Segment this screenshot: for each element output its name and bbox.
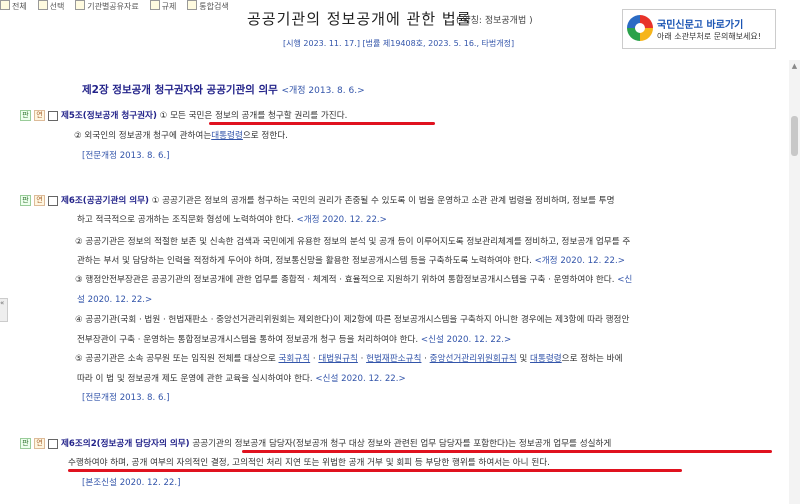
law-abbreviation: ( 약칭: 정보공개법 ) (456, 16, 533, 26)
article-6-2-row: 판 연 제6조의2(정보공개 담당자의 의무) 공공기관의 정보공개 담당자(정보공… (20, 437, 611, 449)
article-5-amendment: [전문개정 2013. 8. 6.] (82, 151, 170, 161)
article-6-paragraph-4b: 전부장관이 구축 · 운영하는 통합정보공개시스템을 통하여 정보공개 청구 등… (77, 335, 512, 345)
article-6-2-amendment: [본조신설 2020. 12. 22.] (82, 478, 181, 488)
article-6-paragraph-2b: 관하는 부서 및 담당하는 인력을 적정하게 두어야 하며, 정보통신망을 활용… (77, 256, 625, 266)
toolbar-item-search[interactable]: 통합검색 (187, 0, 229, 12)
toolbar-item-all[interactable]: 전체 (0, 0, 27, 12)
article-6-amendment: [전문개정 2013. 8. 6.] (82, 393, 170, 403)
precedent-icon[interactable]: 판 (20, 195, 31, 206)
checkbox-icon (37, 0, 48, 10)
sinmungo-banner[interactable]: 국민신문고 바로가기 아래 소관부처로 문의해보세요! (622, 9, 776, 49)
side-panel-toggle[interactable]: « (0, 298, 8, 322)
checkbox-icon (0, 0, 10, 10)
article-6-paragraph-5b: 따라 이 법 및 정보공개 제도 운영에 관한 교육을 실시하여야 한다. <신… (77, 374, 406, 384)
scrollbar-thumb[interactable] (791, 116, 798, 156)
checkbox-icon (187, 0, 198, 10)
chapter-title: 제2장 정보공개 청구권자와 공공기관의 의무 <개정 2013. 8. 6.> (82, 82, 365, 97)
precedent-icon[interactable]: 판 (20, 438, 31, 449)
article-5-paragraph-2: ② 외국인의 정보공개 청구에 관하여는대통령령으로 정한다. (74, 131, 288, 141)
link-constitutional-court-rules[interactable]: 헌법재판소규칙 (366, 354, 421, 364)
banner-subtitle: 아래 소관부처로 문의해보세요! (657, 32, 761, 41)
scroll-up-icon[interactable]: ▲ (790, 62, 799, 70)
checkbox-icon (149, 0, 160, 10)
article-6-paragraph-3b: 설 2020. 12. 22.> (77, 295, 153, 305)
article-6-2-paragraph-1a: 공공기관의 정보공개 담당자(정보공개 청구 대상 정보와 관련된 업무 담당자… (192, 439, 612, 449)
article-5-row: 판 연 제5조(정보공개 청구권자) ① 모든 국민은 정보의 공개를 청구할 권리… (20, 109, 347, 121)
sinmungo-logo-icon (627, 15, 653, 41)
link-election-commission-rules[interactable]: 중앙선거관리위원회규칙 (430, 354, 517, 364)
banner-title: 국민신문고 바로가기 (657, 20, 744, 31)
article-6-paragraph-3a: ③ 행정안전부장관은 공공기관의 정보공개에 관한 업무를 종합적 · 체계적 … (75, 275, 633, 285)
law-title: 공공기관의 정보공개에 관한 법률 (247, 10, 472, 28)
article-checkbox[interactable] (48, 110, 58, 121)
article-6-row: 판 연 제6조(공공기관의 의무) ① 공공기관은 정보의 공개를 청구하는 국민의… (20, 194, 615, 206)
highlight-underline (209, 122, 435, 125)
link-national-assembly-rules[interactable]: 국회규칙 (279, 354, 311, 364)
article-5-paragraph-1: 모든 국민은 정보의 공개를 청구할 권리를 가진다. (170, 111, 348, 121)
highlight-underline (242, 450, 772, 453)
chapter-revision: <개정 2013. 8. 6.> (281, 86, 365, 96)
history-icon[interactable]: 연 (34, 438, 45, 449)
chapter-title-text: 제2장 정보공개 청구권자와 공공기관의 의무 (82, 84, 278, 96)
paragraph-number: ① (159, 111, 168, 121)
article-6-paragraph-5a: ⑤ 공공기관은 소속 공무원 또는 임직원 전체를 대상으로 국회규칙 · 대법… (75, 354, 623, 364)
link-presidential-decree[interactable]: 대통령령 (530, 354, 562, 364)
toolbar-item-shared[interactable]: 기관별공유자료 (75, 0, 139, 12)
history-icon[interactable]: 연 (34, 110, 45, 121)
article-6-title: 제6조(공공기관의 의무) (61, 196, 149, 206)
article-6-2-paragraph-1b: 수행하여야 하며, 공개 여부의 자의적인 결정, 고의적인 처리 지연 또는 … (68, 458, 550, 468)
link-presidential-decree[interactable]: 대통령령 (211, 131, 243, 141)
highlight-underline (68, 469, 682, 472)
enforcement-info[interactable]: [시행 2023. 11. 17.] [법률 제19408호, 2023. 5.… (283, 38, 514, 49)
history-icon[interactable]: 연 (34, 195, 45, 206)
article-5-title: 제5조(정보공개 청구권자) (61, 111, 157, 121)
precedent-icon[interactable]: 판 (20, 110, 31, 121)
top-toolbar: 전체 선택 기관별공유자료 규제 통합검색 (0, 0, 240, 12)
toolbar-item-select[interactable]: 선택 (37, 0, 64, 12)
link-supreme-court-rules[interactable]: 대법원규칙 (318, 354, 358, 364)
article-6-paragraph-2a: ② 공공기관은 정보의 적절한 보존 및 신속한 검색과 국민에게 유용한 정보… (75, 237, 631, 247)
article-6-paragraph-1a: ① 공공기관은 정보의 공개를 청구하는 국민의 권리가 존중될 수 있도록 이… (151, 196, 615, 206)
toolbar-item-regulation[interactable]: 규제 (149, 0, 176, 12)
article-6-2-title: 제6조의2(정보공개 담당자의 의무) (61, 439, 190, 449)
article-checkbox[interactable] (48, 438, 58, 449)
article-6-paragraph-1b: 하고 적극적으로 공개하는 조직문화 형성에 노력하여야 한다. <개정 202… (77, 215, 387, 225)
article-checkbox[interactable] (48, 195, 58, 206)
article-6-paragraph-4a: ④ 공공기관(국회 · 법원 · 헌법재판소 · 중앙선거관리위원회는 제외한다… (75, 315, 630, 325)
checkbox-icon (75, 0, 86, 10)
